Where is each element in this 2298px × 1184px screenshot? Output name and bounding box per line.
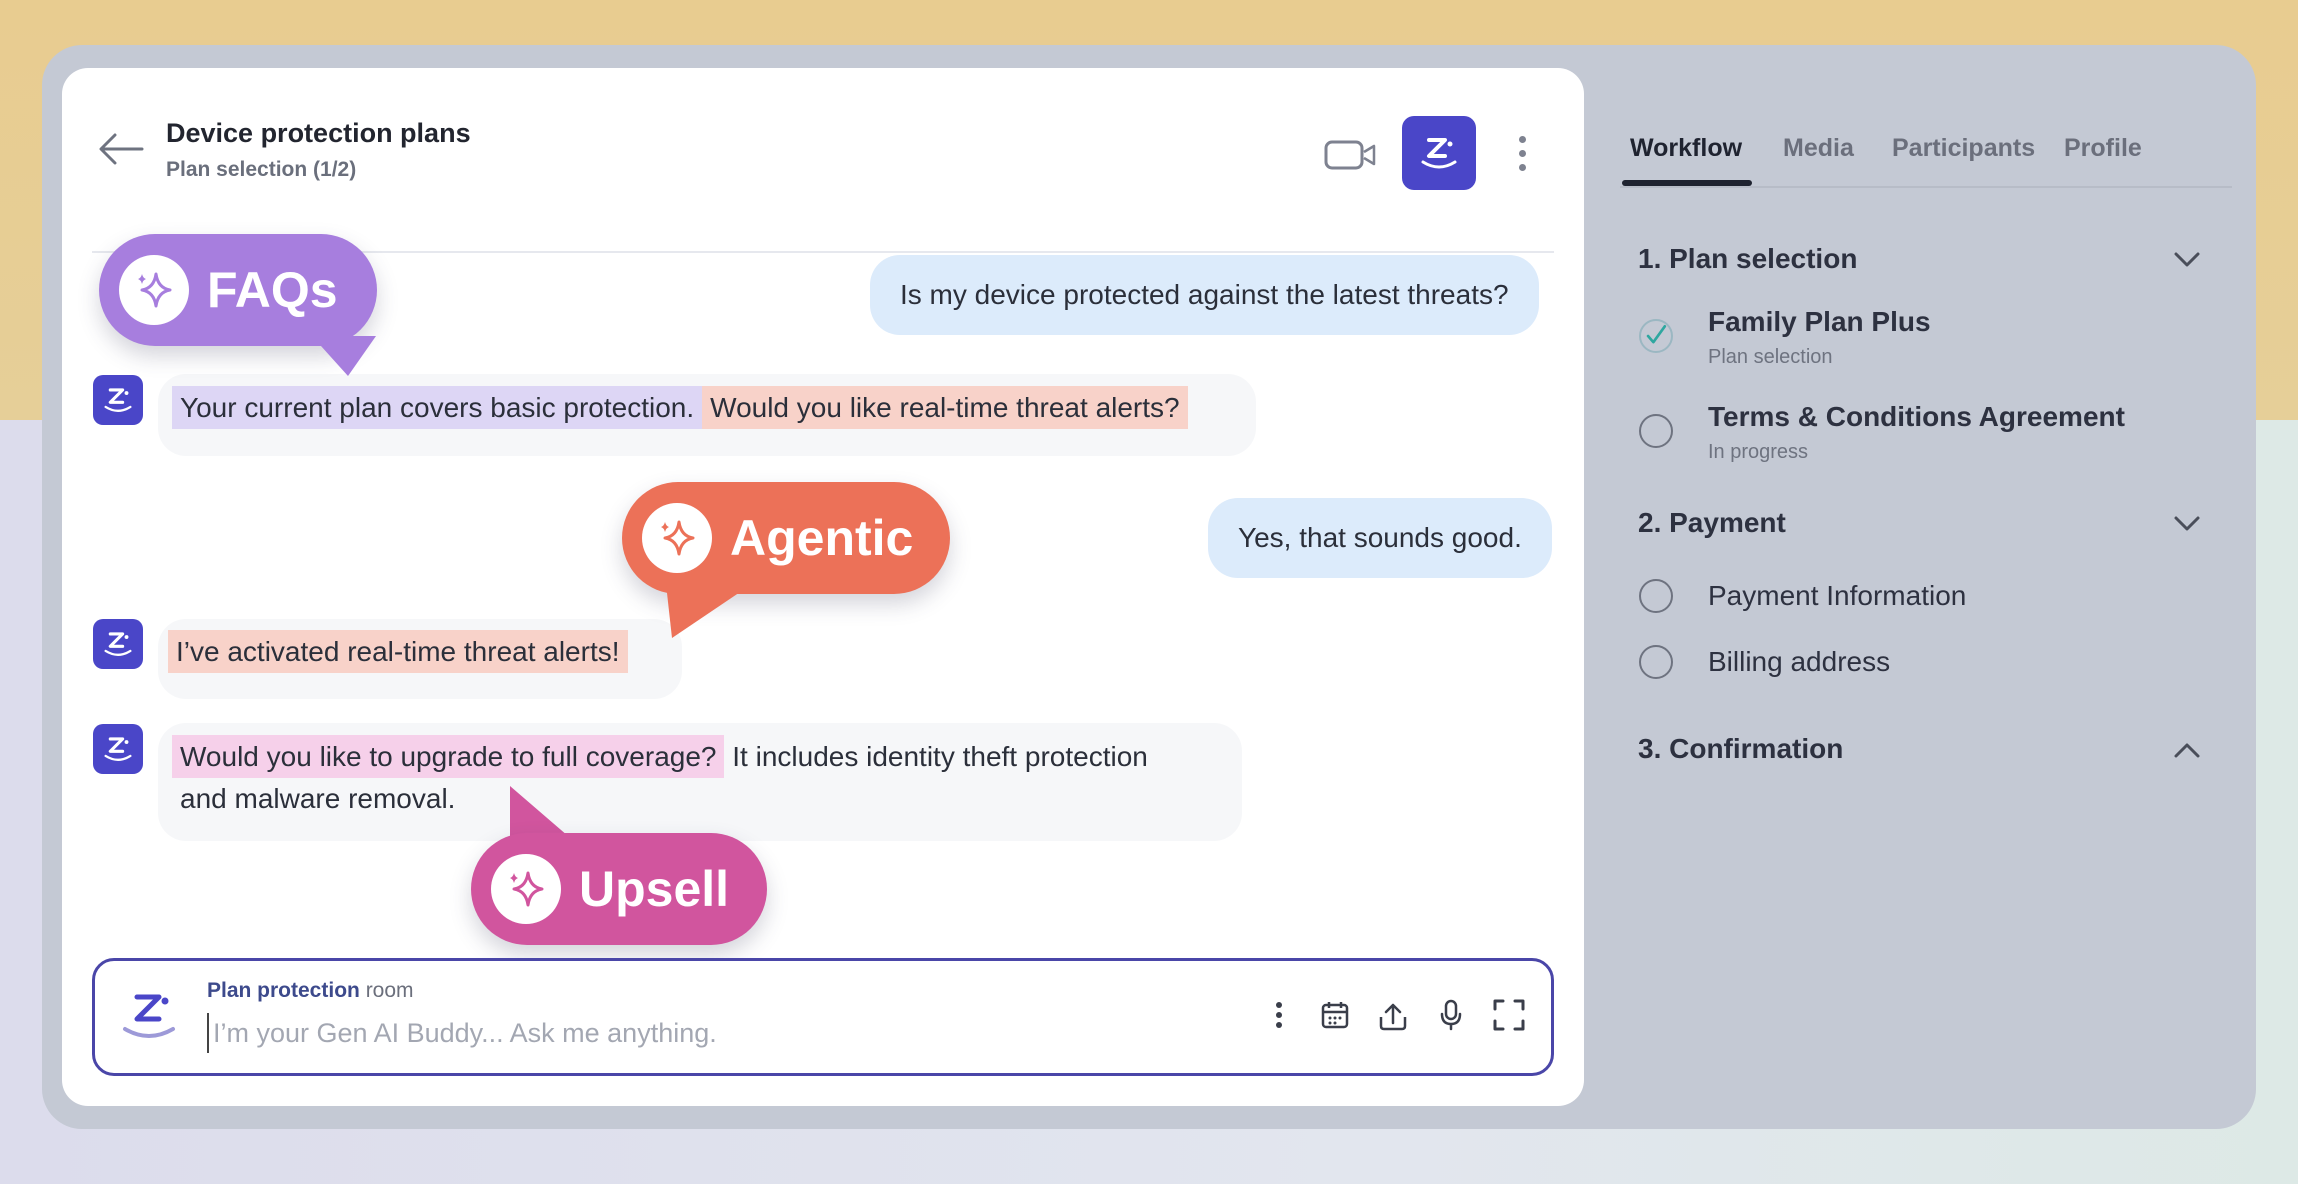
- faqs-tag-label: FAQs: [207, 262, 338, 318]
- video-camera-icon[interactable]: [1324, 138, 1378, 172]
- tab-media[interactable]: Media: [1783, 134, 1854, 163]
- sparkle-icon: [642, 503, 712, 573]
- side-panel-tabs: Workflow Media Participants Profile: [1620, 118, 2232, 188]
- message-composer: Plan protection room: [92, 958, 1554, 1076]
- bot-avatar: [93, 375, 143, 425]
- agentic-tag-pointer: [666, 584, 752, 638]
- step-payment-information[interactable]: Payment Information: [1708, 580, 1966, 612]
- tab-participants[interactable]: Participants: [1892, 134, 2035, 163]
- room-label: Plan protection room: [207, 979, 414, 1003]
- calendar-icon[interactable]: [1315, 995, 1355, 1035]
- bot-message: Your current plan covers basic protectio…: [158, 374, 1256, 456]
- assistant-logo-icon: [1421, 138, 1457, 169]
- active-tab-indicator: [1622, 180, 1752, 186]
- bot-avatar: [93, 619, 143, 669]
- agentic-tag-label: Agentic: [730, 510, 914, 566]
- upsell-tag-label: Upsell: [579, 861, 730, 917]
- bot-message: Would you like to upgrade to full covera…: [158, 723, 1242, 841]
- chat-header: Device protection plans Plan selection (…: [92, 96, 1554, 253]
- faq-highlight: Your current plan covers basic protectio…: [172, 386, 703, 429]
- section-plan-selection[interactable]: 1. Plan selection: [1638, 243, 1857, 275]
- chat-panel: Device protection plans Plan selection (…: [62, 68, 1584, 1106]
- step-circle-icon[interactable]: [1639, 414, 1673, 448]
- user-message: Yes, that sounds good.: [1208, 498, 1552, 578]
- step-status: In progress: [1708, 441, 1809, 463]
- step-circle-icon[interactable]: [1639, 579, 1673, 613]
- message-text: and malware removal.: [180, 783, 456, 814]
- tab-workflow[interactable]: Workflow: [1630, 134, 1742, 163]
- faqs-tag-pointer: [312, 336, 376, 376]
- tab-profile[interactable]: Profile: [2064, 134, 2142, 163]
- page-subtitle: Plan selection (1/2): [166, 158, 357, 181]
- step-billing-address[interactable]: Billing address: [1708, 646, 1890, 678]
- faqs-tag: FAQs: [99, 234, 377, 346]
- bot-message: I’ve activated real-time threat alerts!: [158, 619, 682, 699]
- page-title: Device protection plans: [166, 118, 471, 148]
- message-text: It includes identity theft protection: [724, 741, 1148, 772]
- assistant-logo-icon: [123, 994, 175, 1038]
- agentic-tag: Agentic: [622, 482, 950, 594]
- upsell-tag: Upsell: [471, 833, 767, 945]
- chevron-up-icon[interactable]: [2172, 740, 2202, 760]
- sparkle-icon: [119, 255, 189, 325]
- room-name: Plan protection: [207, 979, 360, 1002]
- step-circle-icon[interactable]: [1639, 645, 1673, 679]
- back-arrow-icon[interactable]: [98, 132, 144, 166]
- section-payment[interactable]: 2. Payment: [1638, 507, 1786, 539]
- assistant-avatar-button[interactable]: [1402, 116, 1476, 190]
- user-message: Is my device protected against the lates…: [870, 255, 1539, 335]
- chat-input[interactable]: [207, 1013, 1107, 1053]
- step-status: Plan selection: [1708, 346, 1833, 368]
- sparkle-icon: [491, 854, 561, 924]
- upsell-highlight: Would you like to upgrade to full covera…: [172, 735, 725, 778]
- microphone-icon[interactable]: [1431, 995, 1471, 1035]
- chevron-down-icon[interactable]: [2172, 250, 2202, 270]
- fullscreen-icon[interactable]: [1489, 995, 1529, 1035]
- step-family-plan-plus[interactable]: Family Plan Plus: [1708, 306, 1931, 338]
- more-options-icon[interactable]: [1512, 132, 1532, 176]
- agentic-highlight: I’ve activated real-time threat alerts!: [168, 630, 628, 673]
- upload-icon[interactable]: [1373, 995, 1413, 1035]
- more-options-icon[interactable]: [1259, 995, 1299, 1035]
- section-confirmation[interactable]: 3. Confirmation: [1638, 733, 1843, 765]
- agentic-highlight: Would you like real-time threat alerts?: [702, 386, 1188, 429]
- check-circle-icon[interactable]: [1639, 319, 1673, 353]
- message-text: Is my device protected against the lates…: [900, 279, 1509, 310]
- room-suffix: room: [359, 979, 414, 1002]
- bot-avatar: [93, 724, 143, 774]
- step-terms-conditions[interactable]: Terms & Conditions Agreement: [1708, 401, 2125, 433]
- message-text: Yes, that sounds good.: [1238, 522, 1522, 553]
- chevron-down-icon[interactable]: [2172, 514, 2202, 534]
